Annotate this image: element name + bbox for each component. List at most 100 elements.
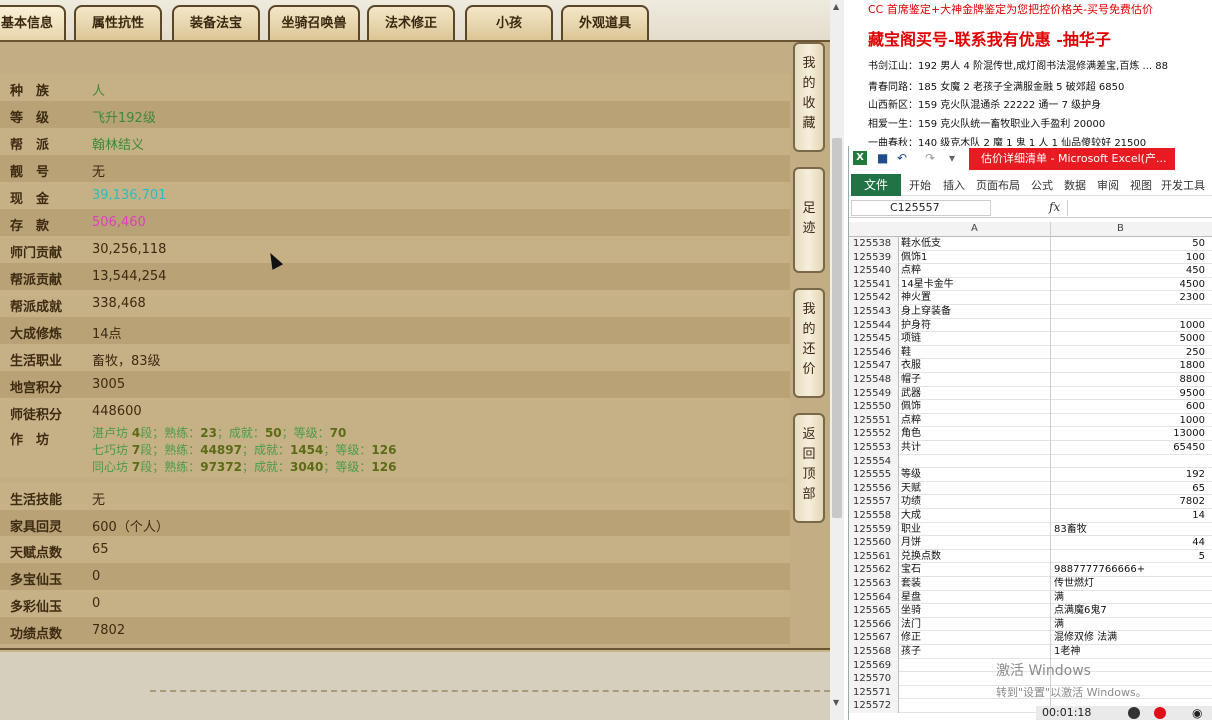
cell-a[interactable]: 月饼 xyxy=(901,536,921,550)
cell-a[interactable]: 宝石 xyxy=(901,563,921,577)
sheet-row[interactable]: 125555 等级 192 xyxy=(849,468,1212,482)
sheet-row[interactable]: 125540 点粹 450 xyxy=(849,264,1212,278)
row-number[interactable]: 125567 xyxy=(849,631,899,645)
row-number[interactable]: 125570 xyxy=(849,672,899,686)
ribbon-tab-home[interactable]: 开始 xyxy=(909,177,931,193)
cell-b[interactable]: 4500 xyxy=(1051,278,1209,292)
back-to-top-button[interactable]: 返回顶部 xyxy=(793,413,825,523)
sheet-row[interactable]: 125545 项链 5000 xyxy=(849,332,1212,346)
cell-a[interactable]: 法门 xyxy=(901,618,921,632)
scroll-down-icon[interactable]: ▼ xyxy=(833,698,839,707)
cell-b[interactable]: 9887777766666+ xyxy=(1051,563,1209,577)
sheet-row[interactable]: 125542 神火置 2300 xyxy=(849,291,1212,305)
ribbon-tab-page-layout[interactable]: 页面布局 xyxy=(976,177,1020,193)
sheet-row[interactable]: 125548 帽子 8800 xyxy=(849,373,1212,387)
cell-a[interactable]: 星盘 xyxy=(901,591,921,605)
sheet-row[interactable]: 125546 鞋 250 xyxy=(849,345,1212,360)
cell-b[interactable]: 9500 xyxy=(1051,387,1209,401)
sheet-row[interactable]: 125554 xyxy=(849,454,1212,469)
row-number[interactable]: 125538 xyxy=(849,237,899,251)
sheet-row[interactable]: 125567 修正 混修双修 法满 xyxy=(849,631,1212,645)
row-number[interactable]: 125561 xyxy=(849,549,899,564)
tab-appearance[interactable]: 外观道具 xyxy=(561,5,649,40)
cell-a[interactable]: 兑换点数 xyxy=(901,550,941,564)
sheet-row[interactable]: 125568 孩子 1老神 xyxy=(849,645,1212,659)
cell-a[interactable]: 神火置 xyxy=(901,291,931,305)
sheet-row[interactable]: 125544 护身符 1000 xyxy=(849,318,1212,333)
tab-attribute-resist[interactable]: 属性抗性 xyxy=(74,5,162,40)
cell-b[interactable]: 2300 xyxy=(1051,291,1209,305)
tab-mount-summon[interactable]: 坐骑召唤兽 xyxy=(268,5,360,40)
cell-a[interactable]: 帽子 xyxy=(901,373,921,387)
cell-b[interactable]: 传世燃灯 xyxy=(1051,577,1209,591)
cell-b[interactable]: 1老神 xyxy=(1051,645,1209,659)
cell-b[interactable]: 250 xyxy=(1051,346,1209,360)
sheet-row[interactable]: 125547 衣服 1800 xyxy=(849,359,1212,373)
cell-b[interactable]: 14 xyxy=(1051,509,1209,523)
pause-icon[interactable] xyxy=(1128,707,1140,719)
row-number[interactable]: 125562 xyxy=(849,563,899,577)
sheet-row[interactable]: 125558 大成 14 xyxy=(849,509,1212,523)
cell-a[interactable]: 等级 xyxy=(901,468,921,482)
row-number[interactable]: 125539 xyxy=(849,250,899,265)
row-number[interactable]: 125555 xyxy=(849,468,899,482)
row-number[interactable]: 125545 xyxy=(849,332,899,346)
page-scrollbar[interactable]: ▲ ▼ xyxy=(830,0,844,720)
cell-b[interactable]: 满 xyxy=(1051,618,1209,632)
cell-b[interactable]: 100 xyxy=(1051,251,1209,265)
cell-a[interactable]: 职业 xyxy=(901,523,921,537)
sheet-row[interactable]: 125538 鞋水低支 50 xyxy=(849,237,1212,251)
row-number[interactable]: 125550 xyxy=(849,400,899,414)
my-bargain-button[interactable]: 我的还价 xyxy=(793,288,825,398)
cell-a[interactable]: 衣服 xyxy=(901,359,921,373)
cell-a[interactable]: 项链 xyxy=(901,332,921,346)
tab-basic-info[interactable]: 基本信息 xyxy=(0,5,66,40)
sheet-row[interactable]: 125539 佩饰1 100 xyxy=(849,250,1212,265)
ribbon-tab-formulas[interactable]: 公式 xyxy=(1031,177,1053,193)
undo-icon[interactable]: ↶ xyxy=(897,151,907,165)
row-number[interactable]: 125563 xyxy=(849,577,899,591)
cell-a[interactable]: 孩子 xyxy=(901,645,921,659)
cell-a[interactable]: 佩饰1 xyxy=(901,251,927,265)
row-number[interactable]: 125564 xyxy=(849,590,899,605)
cell-b[interactable]: 8800 xyxy=(1051,373,1209,387)
scroll-up-icon[interactable]: ▲ xyxy=(833,2,839,11)
row-number[interactable]: 125546 xyxy=(849,345,899,360)
row-number[interactable]: 125572 xyxy=(849,699,899,713)
row-number[interactable]: 125542 xyxy=(849,291,899,305)
redo-icon[interactable]: ↷ xyxy=(925,151,935,165)
cell-b[interactable]: 1800 xyxy=(1051,359,1209,373)
cell-b[interactable]: 5000 xyxy=(1051,332,1209,346)
sheet-row[interactable]: 125556 天赋 65 xyxy=(849,481,1212,496)
cell-a[interactable]: 修正 xyxy=(901,631,921,645)
tab-spell-correction[interactable]: 法术修正 xyxy=(367,5,455,40)
cell-a[interactable]: 武器 xyxy=(901,387,921,401)
row-number[interactable]: 125571 xyxy=(849,685,899,700)
row-number[interactable]: 125554 xyxy=(849,454,899,469)
column-a-header[interactable]: A xyxy=(971,223,978,234)
row-number[interactable]: 125553 xyxy=(849,441,899,455)
cell-b[interactable]: 83畜牧 xyxy=(1051,523,1209,537)
cell-a[interactable]: 身上穿装备 xyxy=(901,305,951,319)
row-number[interactable]: 125568 xyxy=(849,645,899,659)
cell-a[interactable]: 点粹 xyxy=(901,414,921,428)
row-number[interactable]: 125557 xyxy=(849,495,899,509)
sheet-row[interactable]: 125564 星盘 满 xyxy=(849,590,1212,605)
row-number[interactable]: 125544 xyxy=(849,318,899,333)
cell-b[interactable]: 13000 xyxy=(1051,427,1209,441)
column-b-header[interactable]: B xyxy=(1117,223,1124,234)
row-number[interactable]: 125559 xyxy=(849,522,899,537)
cell-b[interactable]: 点满魔6鬼7 xyxy=(1051,604,1209,618)
cell-b[interactable]: 1000 xyxy=(1051,319,1209,333)
cell-a[interactable]: 14星卡金牛 xyxy=(901,278,954,292)
cell-a[interactable]: 鞋水低支 xyxy=(901,237,941,251)
record-icon[interactable] xyxy=(1154,707,1166,719)
ribbon-tab-review[interactable]: 审阅 xyxy=(1097,177,1119,193)
cell-b[interactable]: 7802 xyxy=(1051,495,1209,509)
sheet-row[interactable]: 125561 兑换点数 5 xyxy=(849,549,1212,564)
sheet-row[interactable]: 125560 月饼 44 xyxy=(849,536,1212,550)
row-number[interactable]: 125551 xyxy=(849,413,899,428)
sheet-row[interactable]: 125563 套装 传世燃灯 xyxy=(849,577,1212,591)
cell-a[interactable]: 共计 xyxy=(901,441,921,455)
sheet-grid[interactable]: 125538 鞋水低支 50 125539 佩饰1 100 125540 点粹 450 12554… xyxy=(849,237,1212,720)
